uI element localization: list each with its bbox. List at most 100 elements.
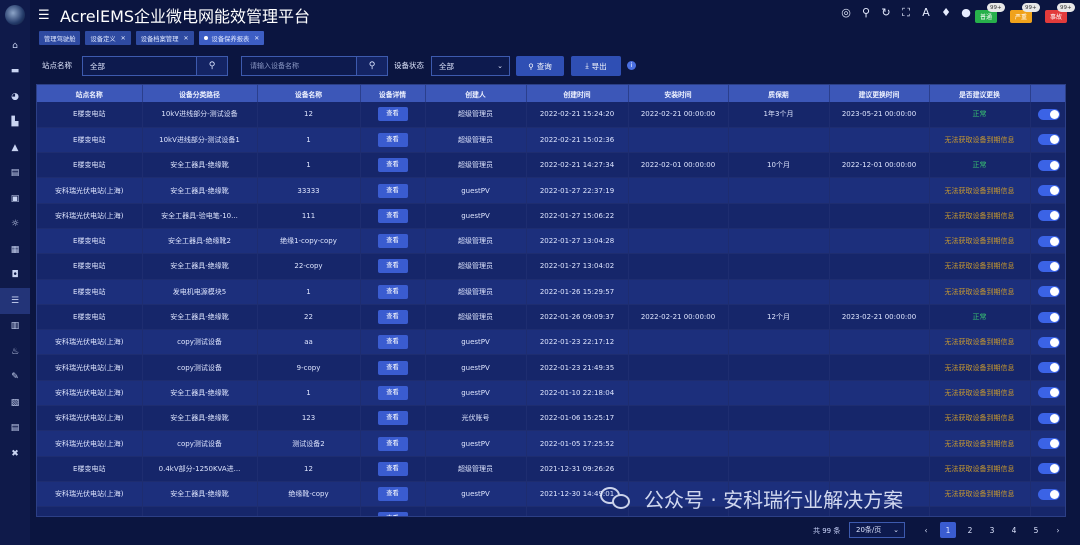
close-icon[interactable]: ✕	[121, 35, 126, 42]
column-header: 安装时间	[628, 85, 729, 102]
view-detail-button[interactable]: 查看	[377, 183, 408, 198]
column-header: 是否建议更换	[929, 85, 1031, 102]
monitor-icon[interactable]: ▬	[0, 59, 30, 85]
page-button-2[interactable]: 2	[962, 522, 978, 538]
created-time-cell: 2022-02-21 14:27:34	[526, 152, 629, 179]
enable-toggle[interactable]	[1037, 311, 1060, 323]
view-detail-button[interactable]: 查看	[377, 259, 408, 274]
view-detail-button[interactable]: 查看	[377, 158, 408, 173]
enable-toggle[interactable]	[1037, 488, 1060, 500]
view-detail-button[interactable]: 查看	[377, 360, 408, 375]
view-detail-button[interactable]: 查看	[377, 385, 408, 400]
toggle-cell	[1030, 304, 1065, 331]
detail-cell: 查看	[360, 127, 426, 154]
siren-icon[interactable]: ♨	[0, 339, 30, 365]
page-button-1[interactable]: 1	[940, 522, 956, 538]
detail-cell: 查看	[360, 354, 426, 381]
enable-toggle[interactable]	[1037, 412, 1060, 424]
view-detail-button[interactable]: 查看	[377, 132, 408, 147]
building-icon[interactable]: ▥	[0, 314, 30, 340]
enable-toggle[interactable]	[1037, 463, 1060, 475]
enable-toggle[interactable]	[1037, 336, 1060, 348]
site-select[interactable]: 全部	[82, 56, 204, 76]
maintenance-table: 站点名称 设备分类路径 设备名称 设备详情 创建人 创建时间 安装时间 质保期 建议更换时间 是否…	[36, 84, 1066, 517]
enable-toggle[interactable]	[1037, 134, 1060, 146]
list-icon[interactable]: ☰	[0, 288, 30, 314]
tools-icon[interactable]: ✖	[0, 441, 30, 467]
user-icon[interactable]: ●	[956, 6, 976, 20]
page-size-select[interactable]: 20条/页 ⌄	[849, 522, 905, 538]
alarm-badge-accident[interactable]: 事故 99+	[1045, 3, 1077, 25]
tab-maintenance-report[interactable]: 设备保养报表 ✕	[198, 31, 265, 45]
page-button-5[interactable]: 5	[1028, 522, 1044, 538]
fullscreen-icon[interactable]: ⛶	[896, 6, 916, 20]
tab-device-archive[interactable]: 设备档案管理 ✕	[135, 31, 194, 45]
message-icon[interactable]: ▣	[0, 186, 30, 212]
view-detail-button[interactable]: 查看	[377, 208, 408, 223]
detail-cell: 查看	[360, 304, 426, 331]
target-icon[interactable]: ◎	[836, 6, 856, 20]
enable-toggle[interactable]	[1037, 185, 1060, 197]
view-detail-button[interactable]: 查看	[377, 411, 408, 426]
creator-cell: guestPV	[425, 481, 527, 508]
alarm-badge-severe[interactable]: 严重 99+	[1010, 3, 1042, 25]
category-path-cell: 0.4kV部分-1250KVA进...	[142, 456, 258, 482]
next-page-button[interactable]: ›	[1050, 522, 1066, 538]
enable-toggle[interactable]	[1037, 286, 1060, 298]
view-detail-button[interactable]: 查看	[377, 436, 408, 451]
view-detail-button[interactable]: 查看	[377, 310, 408, 325]
category-path-cell: 安全工器具-绝缘靴	[142, 481, 258, 508]
tab-dashboard[interactable]: 管理驾驶舱	[39, 31, 81, 45]
hamburger-menu-icon[interactable]: ☰	[38, 8, 52, 23]
page-button-3[interactable]: 3	[984, 522, 1000, 538]
edit-icon[interactable]: ✎	[0, 365, 30, 391]
dashboard-icon[interactable]: ◕	[0, 84, 30, 110]
report-icon[interactable]: ▤	[0, 161, 30, 187]
enable-toggle[interactable]	[1037, 260, 1060, 272]
status-select[interactable]: 全部 ⌄	[431, 56, 510, 76]
view-detail-button[interactable]: 查看	[377, 234, 408, 249]
enable-toggle[interactable]	[1037, 235, 1060, 247]
camera-icon[interactable]: ◘	[0, 263, 30, 289]
grid-icon[interactable]: ▦	[0, 237, 30, 263]
prev-page-button[interactable]: ‹	[918, 522, 934, 538]
document-icon[interactable]: ▤	[0, 416, 30, 442]
view-detail-button[interactable]: 查看	[377, 284, 408, 299]
home-icon[interactable]: ⌂	[0, 33, 30, 59]
user-avatar[interactable]	[5, 5, 25, 25]
info-icon[interactable]: i	[627, 61, 636, 70]
enable-toggle[interactable]	[1037, 438, 1060, 449]
enable-toggle[interactable]	[1037, 108, 1060, 120]
export-button[interactable]: ⤓ 导出	[571, 56, 621, 76]
text-icon[interactable]: A	[916, 6, 936, 20]
view-detail-button[interactable]: 查看	[377, 512, 408, 516]
site-name-cell: E楼变电站	[37, 228, 143, 255]
view-detail-button[interactable]: 查看	[377, 461, 408, 476]
search-icon[interactable]: ⚲	[856, 6, 876, 20]
alarm-badge-normal[interactable]: 普通 99+	[975, 3, 1007, 25]
chart-icon[interactable]: ▙	[0, 110, 30, 136]
enable-toggle[interactable]	[1037, 210, 1060, 222]
bulb-icon[interactable]: ☼	[0, 212, 30, 238]
replace-time-cell	[829, 228, 930, 255]
enable-toggle[interactable]	[1037, 362, 1060, 374]
refresh-icon[interactable]: ↻	[876, 6, 896, 20]
close-icon[interactable]: ✕	[254, 35, 259, 42]
enable-toggle[interactable]	[1037, 159, 1060, 171]
page-button-4[interactable]: 4	[1006, 522, 1022, 538]
tab-device-definition[interactable]: 设备定义 ✕	[85, 31, 131, 45]
alarm-icon[interactable]: ▲	[0, 135, 30, 161]
replace-time-cell: 2022-12-01 00:00:00	[829, 152, 930, 179]
book-icon[interactable]: ▧	[0, 390, 30, 416]
view-detail-button[interactable]: 查看	[377, 107, 408, 122]
site-search-button[interactable]: ⚲	[196, 56, 228, 76]
enable-toggle[interactable]	[1037, 387, 1060, 399]
view-detail-button[interactable]: 查看	[377, 487, 408, 502]
shirt-icon[interactable]: ♦	[936, 6, 956, 20]
site-name-cell: 安科瑞光伏电站(上海)	[37, 481, 143, 508]
device-name-input[interactable]: 请输入设备名称	[241, 56, 357, 76]
view-detail-button[interactable]: 查看	[377, 335, 408, 350]
device-search-button[interactable]: ⚲	[356, 56, 388, 76]
query-button[interactable]: ⚲ 查询	[516, 56, 564, 76]
close-icon[interactable]: ✕	[183, 35, 188, 42]
